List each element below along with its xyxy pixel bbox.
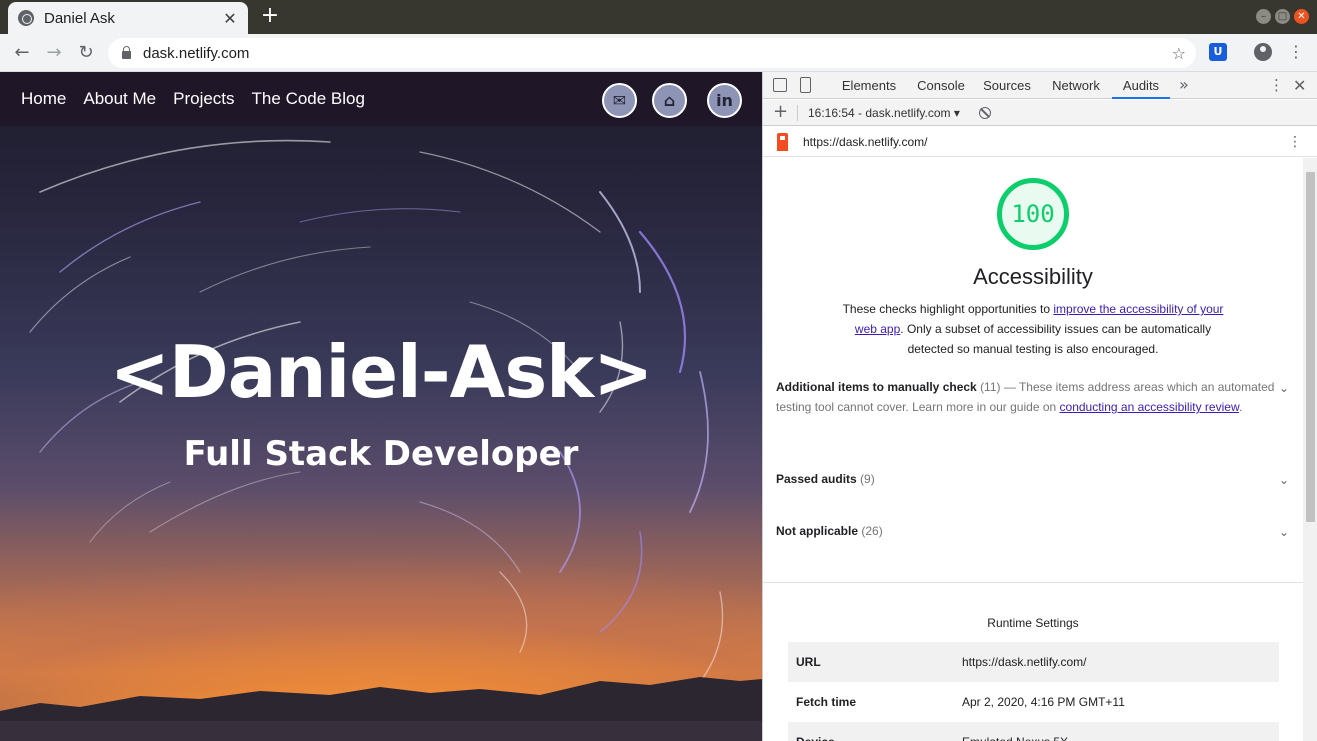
lighthouse-icon (777, 133, 788, 151)
group-count: (11) (980, 380, 1001, 394)
runtime-value: Emulated Nexus 5X (962, 722, 1068, 741)
group-dash: — (1000, 380, 1019, 394)
forward-button[interactable]: → (42, 41, 66, 65)
window-controls: – □ ✕ (1256, 9, 1309, 24)
bookmark-star-icon[interactable]: ☆ (1172, 44, 1186, 63)
title-bar: Daniel Ask ✕ + – □ ✕ (0, 0, 1317, 34)
toolbar-divider (797, 105, 798, 121)
runtime-row: URL https://dask.netlify.com/ (788, 642, 1279, 682)
nav-code-blog[interactable]: The Code Blog (252, 89, 365, 109)
new-tab-button[interactable]: + (259, 5, 281, 27)
address-bar[interactable]: dask.netlify.com ☆ (108, 38, 1196, 68)
linkedin-icon[interactable]: in (707, 83, 742, 118)
report-selector[interactable]: 16:16:54 - dask.netlify.com ▾ (808, 100, 960, 126)
group-title: Additional items to manually check (776, 380, 977, 394)
inspect-element-icon[interactable] (773, 78, 787, 92)
review-guide-link[interactable]: conducting an accessibility review (1060, 400, 1239, 414)
minimize-button[interactable]: – (1256, 9, 1271, 24)
group-description-end: . (1238, 400, 1243, 414)
profile-avatar-icon[interactable] (1254, 43, 1272, 61)
bitwarden-extension-icon[interactable]: U (1209, 43, 1227, 61)
group-count: (9) (860, 472, 875, 486)
runtime-value: Apr 2, 2020, 4:16 PM GMT+11 (962, 695, 1125, 709)
chevron-down-icon[interactable]: ⌄ (1279, 473, 1291, 487)
tab-title: Daniel Ask (44, 9, 115, 27)
nav-home[interactable]: Home (21, 89, 66, 109)
nav-projects[interactable]: Projects (173, 89, 234, 109)
site-nav-links: Home About Me Projects The Code Blog (21, 72, 382, 126)
score-gauge[interactable]: 100 (997, 178, 1069, 250)
report-menu-icon[interactable]: ⋮ (1288, 127, 1302, 157)
browser-tab[interactable]: Daniel Ask ✕ (8, 2, 248, 34)
devtools-menu-icon[interactable]: ⋮ (1269, 72, 1284, 99)
manual-check-group[interactable]: Additional items to manually check (11) … (776, 377, 1289, 417)
passed-audits-group[interactable]: Passed audits (9) (776, 469, 1289, 489)
group-count: (26) (861, 524, 883, 538)
mail-icon[interactable]: ✉ (602, 83, 637, 118)
globe-icon (18, 10, 34, 26)
runtime-settings-title: Runtime Settings (987, 616, 1079, 630)
section-divider (763, 582, 1303, 583)
devtools-panel: Elements Console Sources Network Audits … (762, 72, 1317, 741)
tab-console[interactable]: Console (907, 72, 975, 99)
hero-subtitle: Full Stack Developer (183, 434, 579, 474)
tab-network[interactable]: Network (1042, 72, 1110, 99)
runtime-key: URL (796, 655, 821, 669)
tab-elements[interactable]: Elements (833, 72, 905, 99)
close-devtools-icon[interactable]: ✕ (1293, 72, 1306, 99)
runtime-key: Fetch time (796, 695, 857, 709)
tab-audits[interactable]: Audits (1112, 72, 1170, 99)
runtime-value: https://dask.netlify.com/ (962, 655, 1087, 669)
group-title: Passed audits (776, 472, 857, 486)
scrollbar-thumb[interactable] (1306, 172, 1315, 522)
group-title: Not applicable (776, 524, 859, 538)
browser-toolbar: ← → ↻ dask.netlify.com ☆ (0, 34, 1317, 72)
mountain-silhouette (0, 677, 762, 741)
lock-icon[interactable] (122, 46, 131, 59)
address-url[interactable]: dask.netlify.com (143, 45, 1172, 62)
device-toolbar-icon[interactable] (800, 77, 811, 93)
chevron-down-icon[interactable]: ⌄ (1279, 525, 1291, 539)
runtime-row: Device Emulated Nexus 5X (788, 722, 1279, 741)
runtime-key: Device (796, 722, 835, 741)
not-applicable-group[interactable]: Not applicable (26) (776, 521, 1289, 541)
audits-toolbar: + 16:16:54 - dask.netlify.com ▾ (763, 100, 1317, 126)
report-body: 100 Accessibility These checks highlight… (763, 158, 1303, 741)
site-navbar: Home About Me Projects The Code Blog ✉ ⌂… (0, 72, 762, 126)
description-text: These checks highlight opportunities to (842, 302, 1054, 316)
report-url-bar: https://dask.netlify.com/ ⋮ (763, 127, 1317, 157)
chevron-down-icon[interactable]: ⌄ (1279, 381, 1291, 395)
back-button[interactable]: ← (10, 41, 34, 65)
runtime-row: Fetch time Apr 2, 2020, 4:16 PM GMT+11 (788, 682, 1279, 722)
clear-reports-icon[interactable] (979, 107, 991, 119)
report-url[interactable]: https://dask.netlify.com/ (803, 127, 928, 157)
browser-menu-icon[interactable]: ⋮ (1287, 40, 1305, 64)
more-tabs-icon[interactable]: » (1179, 72, 1189, 97)
devtools-tab-bar: Elements Console Sources Network Audits … (763, 72, 1317, 99)
description-text-end: . Only a subset of accessibility issues … (900, 322, 1212, 356)
hero-title: <Daniel-Ask> (109, 330, 654, 414)
close-tab-icon[interactable]: ✕ (222, 9, 238, 28)
maximize-button[interactable]: □ (1275, 9, 1290, 24)
close-window-button[interactable]: ✕ (1294, 9, 1309, 24)
nav-about-me[interactable]: About Me (83, 89, 156, 109)
tab-sources[interactable]: Sources (976, 72, 1038, 99)
github-icon[interactable]: ⌂ (652, 83, 687, 118)
new-audit-button[interactable]: + (773, 100, 788, 124)
website-viewport: Home About Me Projects The Code Blog ✉ ⌂… (0, 72, 762, 741)
reload-button[interactable]: ↻ (74, 41, 98, 65)
category-title: Accessibility (973, 264, 1093, 289)
category-description: These checks highlight opportunities to … (833, 299, 1233, 359)
